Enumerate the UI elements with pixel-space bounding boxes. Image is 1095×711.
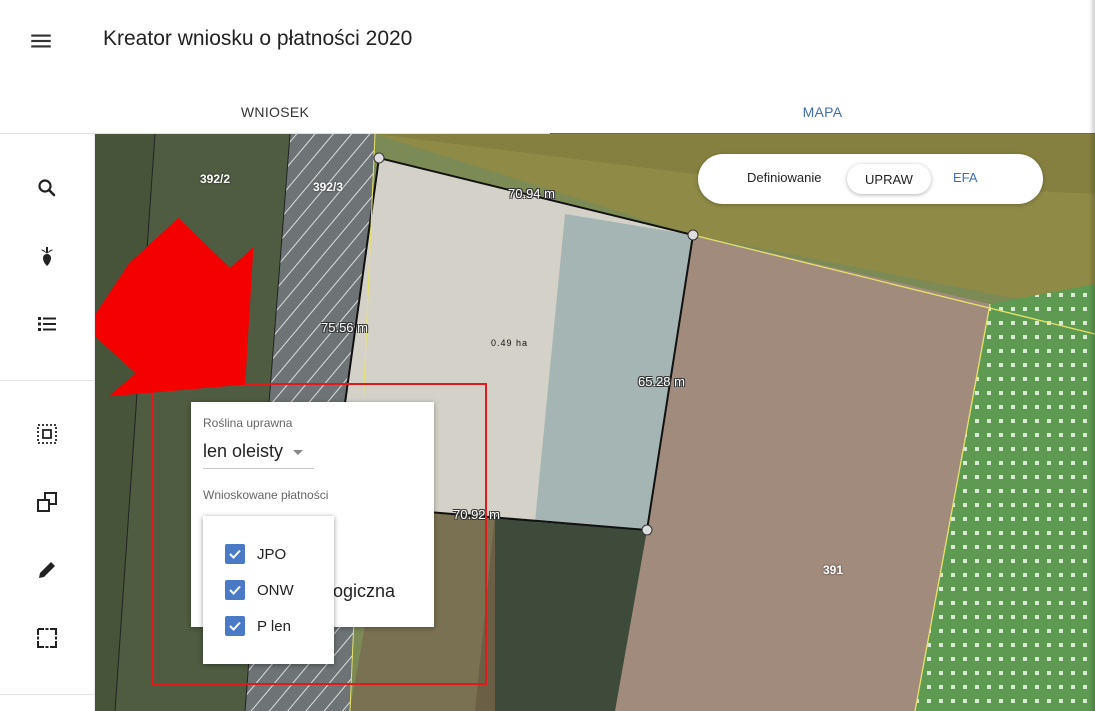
edge-measurement: 65.28 m bbox=[638, 374, 685, 389]
mode-switch-label: Definiowanie bbox=[747, 170, 822, 185]
toolbar-divider bbox=[0, 694, 95, 695]
parcel-label: 391 bbox=[823, 563, 844, 577]
tab-wniosek-label: WNIOSEK bbox=[240, 104, 310, 120]
tab-mapa-label: MAPA bbox=[802, 104, 843, 120]
mode-switch: Definiowanie UPRAW EFA bbox=[698, 154, 1043, 204]
tab-wniosek[interactable]: WNIOSEK bbox=[0, 90, 550, 134]
copy-shape-icon[interactable] bbox=[33, 488, 61, 516]
map-view[interactable]: 392/2 392/3 391 70.94 m 75.56 m 65.28 m … bbox=[95, 134, 1095, 711]
page-title: Kreator wniosku o płatności 2020 bbox=[103, 27, 413, 50]
mode-upraw-button[interactable]: UPRAW bbox=[847, 164, 931, 194]
left-toolbar bbox=[0, 134, 95, 711]
app-bar: Kreator wniosku o płatności 2020 bbox=[0, 0, 1095, 84]
tab-bar: WNIOSEK MAPA bbox=[0, 90, 1095, 135]
edge-measurement: 70.94 m bbox=[508, 186, 555, 201]
window-edge-shadow bbox=[1089, 0, 1095, 711]
app-window: Kreator wniosku o płatności 2020 WNIOSEK… bbox=[0, 0, 1095, 711]
toolbar-divider bbox=[0, 380, 95, 381]
select-area-icon[interactable] bbox=[33, 420, 61, 448]
hamburger-menu-icon[interactable] bbox=[28, 28, 54, 54]
crop-plant-icon[interactable] bbox=[33, 242, 61, 270]
dashed-rectangle-icon[interactable] bbox=[33, 624, 61, 652]
tab-mapa[interactable]: MAPA bbox=[550, 90, 1095, 135]
list-icon[interactable] bbox=[33, 310, 61, 338]
parcel-area-label: 0.49 ha bbox=[491, 338, 529, 348]
mode-efa-button[interactable]: EFA bbox=[953, 170, 978, 185]
pencil-icon[interactable] bbox=[33, 556, 61, 584]
search-icon[interactable] bbox=[33, 174, 61, 202]
annotation-arrow-icon bbox=[95, 217, 254, 397]
